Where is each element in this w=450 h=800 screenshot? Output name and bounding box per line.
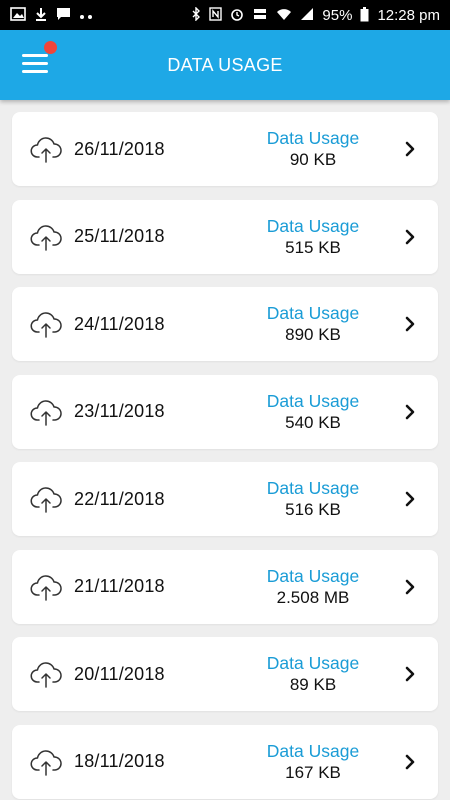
signal-icon bbox=[300, 7, 314, 23]
download-notification-icon bbox=[34, 7, 48, 23]
usage-date: 25/11/2018 bbox=[74, 226, 165, 246]
chevron-right-icon bbox=[404, 491, 416, 507]
message-notification-icon bbox=[56, 7, 71, 23]
more-notifications-icon bbox=[79, 9, 93, 22]
usage-value: 540 KB bbox=[285, 412, 341, 432]
cloud-upload-icon bbox=[30, 223, 62, 251]
clock: 12:28 pm bbox=[377, 6, 440, 24]
usage-date: 26/11/2018 bbox=[74, 138, 165, 159]
battery-percentage: 95% bbox=[322, 6, 353, 24]
usage-value: 2.508 MB bbox=[276, 587, 350, 607]
usage-date: 22/11/2018 bbox=[74, 488, 165, 509]
chevron-right-icon bbox=[404, 579, 416, 595]
usage-date: 24/11/2018 bbox=[74, 313, 165, 334]
cloud-upload-icon bbox=[30, 485, 62, 513]
image-notification-icon bbox=[10, 7, 26, 23]
battery-icon bbox=[360, 6, 369, 24]
usage-info: Data Usage 2.508 MB bbox=[248, 565, 378, 609]
usage-value: 89 KB bbox=[289, 675, 337, 694]
usage-label: Data Usage bbox=[266, 478, 360, 498]
usage-list: 26/11/2018 Data Usage 90 KB 25/11/2018 D… bbox=[0, 100, 450, 799]
nfc-icon bbox=[209, 7, 223, 23]
chevron-right-icon bbox=[404, 141, 416, 157]
usage-date: 18/11/2018 bbox=[74, 751, 165, 771]
usage-info: Data Usage 890 KB bbox=[248, 302, 378, 346]
usage-date: 21/11/2018 bbox=[74, 576, 165, 596]
cloud-upload-icon bbox=[30, 660, 62, 688]
bluetooth-icon bbox=[192, 6, 201, 23]
cloud-upload-icon bbox=[30, 573, 62, 601]
usage-label: Data Usage bbox=[266, 303, 360, 323]
usage-info: Data Usage 540 KB bbox=[248, 390, 378, 434]
cloud-upload-icon bbox=[30, 310, 62, 338]
usage-label: Data Usage bbox=[266, 128, 360, 148]
usage-info: Data Usage 515 KB bbox=[248, 215, 378, 259]
usage-info: Data Usage 89 KB bbox=[248, 652, 378, 696]
usage-item[interactable]: 23/11/2018 Data Usage 540 KB bbox=[12, 374, 438, 449]
chevron-right-icon bbox=[404, 666, 416, 682]
cloud-upload-icon bbox=[30, 398, 62, 426]
page-title: DATA USAGE bbox=[167, 54, 283, 75]
chevron-right-icon bbox=[404, 404, 416, 420]
chevron-right-icon bbox=[404, 316, 416, 332]
usage-item[interactable]: 20/11/2018 Data Usage 89 KB bbox=[12, 637, 438, 711]
usage-date: 23/11/2018 bbox=[74, 401, 165, 421]
usage-item[interactable]: 26/11/2018 Data Usage 90 KB bbox=[12, 112, 438, 186]
usage-value: 515 KB bbox=[285, 237, 341, 257]
usage-date: 20/11/2018 bbox=[74, 663, 165, 684]
usage-label: Data Usage bbox=[266, 653, 360, 673]
app-bar: DATA USAGE bbox=[0, 30, 450, 100]
usage-value: 90 KB bbox=[289, 150, 337, 169]
wifi-icon bbox=[276, 8, 292, 23]
usage-item[interactable]: 21/11/2018 Data Usage 2.508 MB bbox=[12, 549, 438, 624]
usage-info: Data Usage 90 KB bbox=[248, 127, 378, 171]
usage-item[interactable]: 22/11/2018 Data Usage 516 KB bbox=[12, 462, 438, 536]
usage-label: Data Usage bbox=[266, 740, 360, 761]
hamburger-icon-line bbox=[22, 54, 48, 57]
usage-label: Data Usage bbox=[266, 390, 360, 411]
usage-label: Data Usage bbox=[266, 565, 360, 586]
hamburger-icon-line bbox=[22, 62, 48, 65]
usage-item[interactable]: 24/11/2018 Data Usage 890 KB bbox=[12, 287, 438, 361]
usage-item[interactable]: 18/11/2018 Data Usage 167 KB bbox=[12, 724, 438, 799]
usage-label: Data Usage bbox=[266, 215, 360, 236]
usage-item[interactable]: 25/11/2018 Data Usage 515 KB bbox=[12, 199, 438, 274]
status-bar: 95% 12:28 pm bbox=[0, 0, 450, 30]
chevron-right-icon bbox=[404, 754, 416, 770]
chevron-right-icon bbox=[404, 229, 416, 245]
usage-value: 890 KB bbox=[285, 325, 341, 344]
cloud-upload-icon bbox=[30, 748, 62, 776]
cloud-upload-icon bbox=[30, 135, 62, 163]
menu-button[interactable] bbox=[22, 54, 48, 76]
usage-info: Data Usage 167 KB bbox=[248, 740, 378, 784]
alarm-icon bbox=[230, 7, 244, 23]
volte-icon bbox=[252, 7, 268, 23]
usage-value: 167 KB bbox=[285, 762, 341, 782]
usage-value: 516 KB bbox=[285, 500, 341, 519]
hamburger-icon-line bbox=[22, 70, 48, 73]
usage-info: Data Usage 516 KB bbox=[248, 477, 378, 521]
notification-dot bbox=[44, 41, 57, 54]
